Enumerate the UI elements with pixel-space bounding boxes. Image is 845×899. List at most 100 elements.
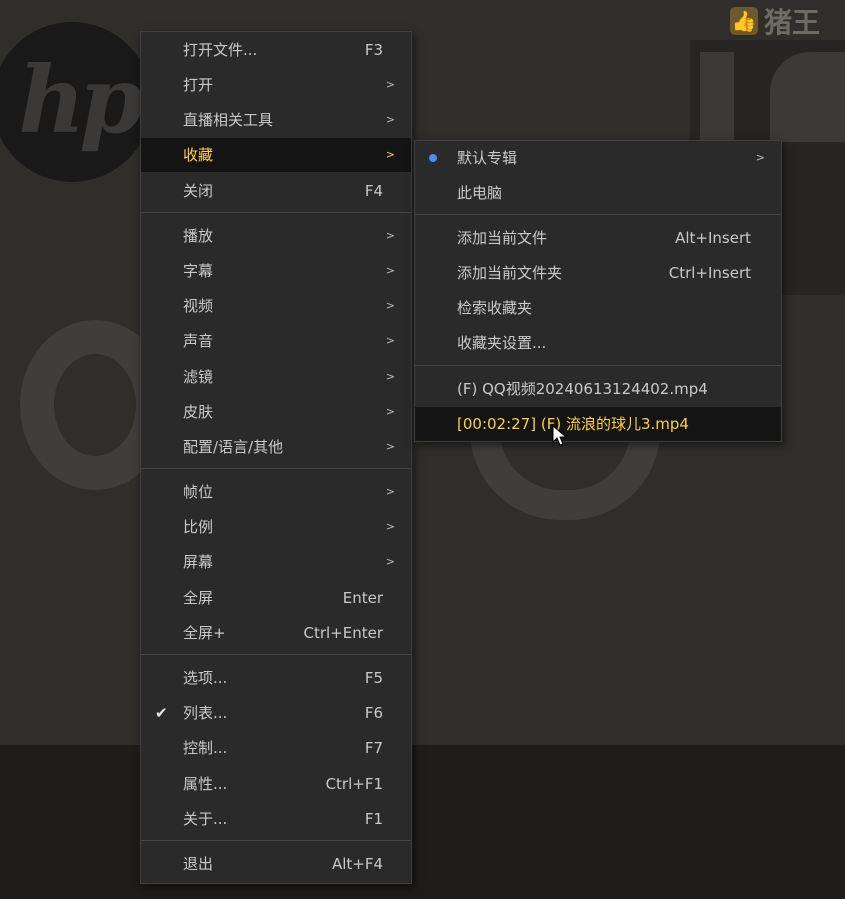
submenu-arrow-icon: >	[385, 113, 395, 126]
menu-item-favorites[interactable]: 收藏 >	[141, 138, 411, 172]
menu-item-label: 播放	[183, 227, 214, 245]
menu-item-live-tools[interactable]: 直播相关工具 >	[141, 103, 411, 137]
menu-item-label: 收藏	[183, 146, 214, 164]
menu-item-aspect-ratio[interactable]: 比例 >	[141, 510, 411, 544]
submenu-arrow-icon: >	[385, 440, 395, 453]
menu-item-close[interactable]: 关闭 F4	[141, 174, 411, 208]
submenu-item-favorites-settings[interactable]: 收藏夹设置...	[415, 326, 781, 360]
submenu-item-recent-file[interactable]: [00:02:27] (F) 流浪的球儿3.mp4	[415, 407, 781, 441]
menu-item-config-language[interactable]: 配置/语言/其他 >	[141, 430, 411, 464]
menu-item-fullscreen[interactable]: 全屏 Enter	[141, 581, 411, 615]
video-background-shape	[700, 52, 734, 142]
menu-item-label: 选项...	[183, 669, 228, 687]
submenu-arrow-icon: >	[385, 148, 395, 161]
watermark: 👍 猪王	[730, 0, 820, 42]
menu-item-label: 比例	[183, 518, 214, 536]
menu-separator	[415, 214, 781, 215]
menu-separator	[141, 212, 411, 213]
menu-item-label: 帧位	[183, 483, 214, 501]
menu-item-options[interactable]: 选项... F5	[141, 661, 411, 695]
menu-separator	[415, 365, 781, 366]
menu-item-label: 滤镜	[183, 368, 214, 386]
submenu-item-add-current-file[interactable]: 添加当前文件 Alt+Insert	[415, 221, 781, 255]
menu-item-playlist[interactable]: ✔ 列表... F6	[141, 696, 411, 730]
menu-item-label: 收藏夹设置...	[457, 334, 547, 352]
menu-item-exit[interactable]: 退出 Alt+F4	[141, 847, 411, 881]
submenu-arrow-icon: >	[385, 520, 395, 533]
menu-item-label: 直播相关工具	[183, 111, 274, 129]
menu-item-label: 打开	[183, 76, 214, 94]
menu-item-shortcut: F6	[364, 704, 383, 722]
submenu-arrow-icon: >	[385, 405, 395, 418]
menu-item-label: 添加当前文件	[457, 229, 548, 247]
checkmark-icon: ✔	[155, 704, 168, 722]
menu-item-label: 此电脑	[457, 184, 503, 202]
menu-item-label: 声音	[183, 332, 214, 350]
menu-item-fullscreen-plus[interactable]: 全屏+ Ctrl+Enter	[141, 616, 411, 650]
menu-item-label: 检索收藏夹	[457, 299, 533, 317]
menu-item-play[interactable]: 播放 >	[141, 219, 411, 253]
menu-separator	[141, 468, 411, 469]
menu-item-label: 退出	[183, 855, 214, 873]
menu-item-label: 全屏	[183, 589, 214, 607]
menu-item-label: 视频	[183, 297, 214, 315]
menu-item-video[interactable]: 视频 >	[141, 289, 411, 323]
submenu-item-this-pc[interactable]: 此电脑	[415, 176, 781, 210]
selected-dot-icon	[429, 154, 437, 162]
menu-item-label: 皮肤	[183, 403, 214, 421]
menu-item-label: [00:02:27] (F) 流浪的球儿3.mp4	[457, 415, 689, 433]
hp-logo-text: hp	[18, 46, 143, 154]
menu-item-label: 全屏+	[183, 624, 226, 642]
menu-item-label: 属性...	[183, 775, 228, 793]
menu-item-shortcut: Ctrl+F1	[325, 775, 383, 793]
submenu-item-add-current-folder[interactable]: 添加当前文件夹 Ctrl+Insert	[415, 256, 781, 290]
submenu-arrow-icon: >	[385, 370, 395, 383]
menu-item-shortcut: Ctrl+Enter	[303, 624, 383, 642]
context-menu: 打开文件... F3 打开 > 直播相关工具 > 收藏 > 关闭 F4 播放 >…	[140, 31, 412, 884]
mouse-pointer-icon	[552, 425, 568, 446]
menu-item-shortcut: Alt+F4	[331, 855, 383, 873]
menu-item-shortcut: F1	[364, 810, 383, 828]
menu-item-label: (F) QQ视频20240613124402.mp4	[457, 380, 708, 398]
submenu-arrow-icon: >	[385, 334, 395, 347]
menu-item-label: 关于...	[183, 810, 228, 828]
menu-item-about[interactable]: 关于... F1	[141, 802, 411, 836]
favorites-submenu: 默认专辑 > 此电脑 添加当前文件 Alt+Insert 添加当前文件夹 Ctr…	[414, 140, 782, 442]
thumbs-up-icon: 👍	[730, 7, 758, 35]
menu-item-label: 关闭	[183, 182, 214, 200]
menu-item-shortcut: F5	[364, 669, 383, 687]
menu-item-shortcut: F4	[364, 182, 383, 200]
menu-item-label: 屏幕	[183, 553, 214, 571]
menu-item-open-file[interactable]: 打开文件... F3	[141, 33, 411, 67]
submenu-arrow-icon: >	[385, 229, 395, 242]
menu-item-shortcut: Enter	[342, 589, 383, 607]
menu-item-properties[interactable]: 属性... Ctrl+F1	[141, 767, 411, 801]
menu-item-shortcut: F3	[364, 41, 383, 59]
menu-item-label: 控制...	[183, 739, 228, 757]
menu-separator	[141, 654, 411, 655]
menu-item-screen[interactable]: 屏幕 >	[141, 545, 411, 579]
video-background-bottom	[0, 745, 845, 899]
menu-item-shortcut: F7	[364, 739, 383, 757]
menu-item-frame[interactable]: 帧位 >	[141, 475, 411, 509]
menu-item-filters[interactable]: 滤镜 >	[141, 360, 411, 394]
menu-item-subtitles[interactable]: 字幕 >	[141, 254, 411, 288]
submenu-item-default-album[interactable]: 默认专辑 >	[415, 141, 781, 175]
menu-item-label: 打开文件...	[183, 41, 258, 59]
submenu-arrow-icon: >	[385, 299, 395, 312]
submenu-item-search-favorites[interactable]: 检索收藏夹	[415, 291, 781, 325]
submenu-item-recent-file[interactable]: (F) QQ视频20240613124402.mp4	[415, 372, 781, 406]
watermark-text: 猪王	[764, 6, 821, 39]
menu-item-label: 添加当前文件夹	[457, 264, 563, 282]
menu-item-shortcut: Ctrl+Insert	[668, 264, 751, 282]
submenu-arrow-icon: >	[385, 555, 395, 568]
menu-item-skins[interactable]: 皮肤 >	[141, 395, 411, 429]
menu-item-label: 默认专辑	[457, 149, 518, 167]
menu-item-open[interactable]: 打开 >	[141, 68, 411, 102]
menu-item-audio[interactable]: 声音 >	[141, 324, 411, 358]
menu-item-controls[interactable]: 控制... F7	[141, 731, 411, 765]
submenu-arrow-icon: >	[385, 485, 395, 498]
menu-item-label: 配置/语言/其他	[183, 438, 284, 456]
video-background-shape	[770, 52, 845, 142]
menu-separator	[141, 840, 411, 841]
